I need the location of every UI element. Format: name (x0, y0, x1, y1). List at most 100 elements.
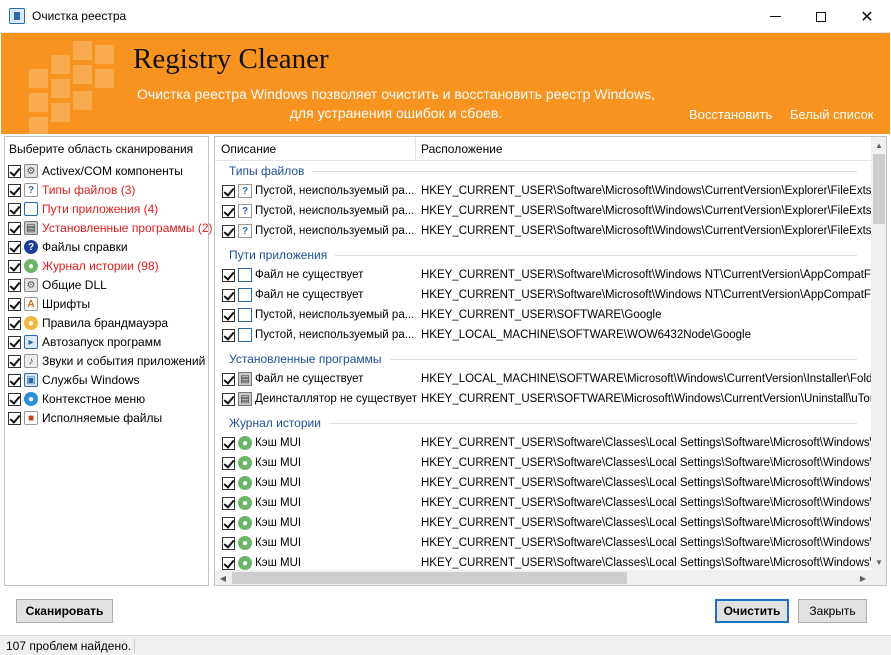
scan-area-checkbox[interactable] (8, 297, 21, 311)
scan-area-checkbox[interactable] (8, 411, 21, 425)
column-location-header[interactable]: Расположение (421, 142, 503, 156)
result-checkbox[interactable] (222, 372, 235, 386)
result-row[interactable]: Файл не существует HKEY_CURRENT_USER\Soft… (222, 285, 871, 305)
result-row[interactable]: ● Кэш MUI HKEY_CURRENT_USER\Software\Class… (222, 453, 871, 473)
globe-icon: ● (238, 476, 252, 490)
result-row[interactable]: ● Кэш MUI HKEY_CURRENT_USER\Software\Class… (222, 533, 871, 553)
clean-button[interactable]: Очистить (715, 599, 789, 623)
scan-area-checkbox[interactable] (8, 259, 21, 273)
scan-area-checkbox[interactable] (8, 278, 21, 292)
result-checkbox[interactable] (222, 476, 235, 490)
close-window-button[interactable]: ✕ (844, 0, 890, 33)
result-checkbox[interactable] (222, 328, 235, 342)
scan-area-item[interactable]: ▤ Установленные программы (2) (8, 219, 213, 237)
scan-area-checkbox[interactable] (8, 183, 21, 197)
scan-area-item[interactable]: ● Правила брандмауэра (8, 314, 168, 332)
scan-area-item[interactable]: Пути приложения (4) (8, 200, 158, 218)
scan-area-item[interactable]: ♪ Звуки и события приложений (8, 352, 205, 370)
vertical-scrollbar[interactable]: ▲ ▼ (871, 137, 886, 570)
scan-area-checkbox[interactable] (8, 202, 21, 216)
result-checkbox[interactable] (222, 556, 235, 570)
result-row[interactable]: Пустой, неиспользуемый ра... HKEY_LOCAL_M… (222, 325, 871, 345)
result-row[interactable]: ▤ Деинсталлятор не существует HKEY_CURRENT… (222, 389, 871, 409)
group-divider (329, 423, 857, 424)
scan-area-checkbox[interactable] (8, 335, 21, 349)
result-row[interactable]: ? Пустой, неиспользуемый ра... HKEY_CURREN… (222, 221, 871, 241)
whitelist-link[interactable]: Белый список (790, 107, 874, 122)
result-checkbox[interactable] (222, 496, 235, 510)
scan-area-item[interactable]: ⚙ Общие DLL (8, 276, 107, 294)
executable-icon: ■ (24, 411, 38, 425)
result-checkbox[interactable] (222, 224, 235, 238)
horizontal-scroll-thumb[interactable] (232, 572, 627, 584)
result-location: HKEY_CURRENT_USER\Software\Microsoft\Win… (421, 205, 871, 217)
result-row[interactable]: ● Кэш MUI HKEY_CURRENT_USER\Software\Class… (222, 553, 871, 570)
result-description: Пустой, неиспользуемый ра... (255, 329, 415, 341)
scroll-up-icon[interactable]: ▲ (871, 137, 886, 153)
column-description-header[interactable]: Описание (221, 142, 276, 156)
column-divider[interactable] (415, 137, 416, 161)
scan-area-checkbox[interactable] (8, 164, 21, 178)
scan-area-checkbox[interactable] (8, 392, 21, 406)
result-row[interactable]: Пустой, неиспользуемый ра... HKEY_CURRENT… (222, 305, 871, 325)
restore-link[interactable]: Восстановить (689, 107, 772, 122)
scan-area-checkbox[interactable] (8, 373, 21, 387)
scan-area-label: Установленные программы (2) (42, 221, 213, 235)
horizontal-scrollbar[interactable]: ◀ ▶ (215, 570, 871, 585)
banner-logo-tiles (29, 41, 119, 134)
vertical-scroll-thumb[interactable] (873, 154, 885, 224)
status-bar: 107 проблем найдено. (0, 635, 891, 655)
autorun-icon: ▸ (24, 335, 38, 349)
result-row[interactable]: ● Кэш MUI HKEY_CURRENT_USER\Software\Class… (222, 473, 871, 493)
scan-area-checkbox[interactable] (8, 354, 21, 368)
result-checkbox[interactable] (222, 516, 235, 530)
scan-area-label: Файлы справки (42, 240, 128, 254)
close-button[interactable]: Закрыть (798, 599, 867, 623)
window-title: Очистка реестра (32, 9, 127, 23)
scan-area-item[interactable]: ? Файлы справки (8, 238, 128, 256)
maximize-button[interactable] (798, 0, 844, 33)
scroll-down-icon[interactable]: ▼ (871, 554, 886, 570)
scroll-right-icon[interactable]: ▶ (855, 570, 871, 585)
scan-area-item[interactable]: ● Контекстное меню (8, 390, 145, 408)
scan-area-label: Звуки и события приложений (42, 354, 206, 368)
result-checkbox[interactable] (222, 184, 235, 198)
result-checkbox[interactable] (222, 268, 235, 282)
result-row[interactable]: ▤ Файл не существует HKEY_LOCAL_MACHINE\SO… (222, 369, 871, 389)
result-row[interactable]: ? Пустой, неиспользуемый ра... HKEY_CURREN… (222, 181, 871, 201)
minimize-button[interactable] (752, 0, 798, 33)
scan-area-item[interactable]: ⚙ Activex/COM компоненты (8, 162, 183, 180)
result-group-title: Типы файлов (229, 164, 305, 178)
window-icon (238, 328, 252, 342)
scan-area-item[interactable]: ■ Исполняемые файлы (8, 409, 162, 427)
result-row[interactable]: ● Кэш MUI HKEY_CURRENT_USER\Software\Class… (222, 433, 871, 453)
file-type-icon: ? (238, 204, 252, 218)
scan-area-checkbox[interactable] (8, 316, 21, 330)
scan-area-checkbox[interactable] (8, 221, 21, 235)
result-row[interactable]: ● Кэш MUI HKEY_CURRENT_USER\Software\Class… (222, 513, 871, 533)
scan-area-item[interactable]: ● Журнал истории (98) (8, 257, 159, 275)
gear-icon: ⚙ (24, 164, 38, 178)
window-icon (238, 288, 252, 302)
scroll-left-icon[interactable]: ◀ (215, 570, 231, 585)
result-checkbox[interactable] (222, 288, 235, 302)
result-row[interactable]: ? Пустой, неиспользуемый ра... HKEY_CURREN… (222, 201, 871, 221)
result-row[interactable]: ● Кэш MUI HKEY_CURRENT_USER\Software\Class… (222, 493, 871, 513)
result-checkbox[interactable] (222, 308, 235, 322)
status-divider (134, 638, 135, 654)
result-checkbox[interactable] (222, 436, 235, 450)
result-checkbox[interactable] (222, 536, 235, 550)
result-checkbox[interactable] (222, 456, 235, 470)
result-checkbox[interactable] (222, 392, 235, 406)
scan-area-item[interactable]: ▸ Автозапуск программ (8, 333, 161, 351)
scan-area-panel: Выберите область сканирования ⚙ Activex/C… (4, 136, 213, 586)
scan-area-item[interactable]: A Шрифты (8, 295, 90, 313)
scan-area-checkbox[interactable] (8, 240, 21, 254)
result-row[interactable]: Файл не существует HKEY_CURRENT_USER\Soft… (222, 265, 871, 285)
scan-button[interactable]: Сканировать (16, 599, 113, 623)
scan-area-label: Общие DLL (42, 278, 107, 292)
scan-area-item[interactable]: ▣ Службы Windows (8, 371, 139, 389)
maximize-icon (816, 11, 826, 22)
result-checkbox[interactable] (222, 204, 235, 218)
scan-area-item[interactable]: ? Типы файлов (3) (8, 181, 135, 199)
